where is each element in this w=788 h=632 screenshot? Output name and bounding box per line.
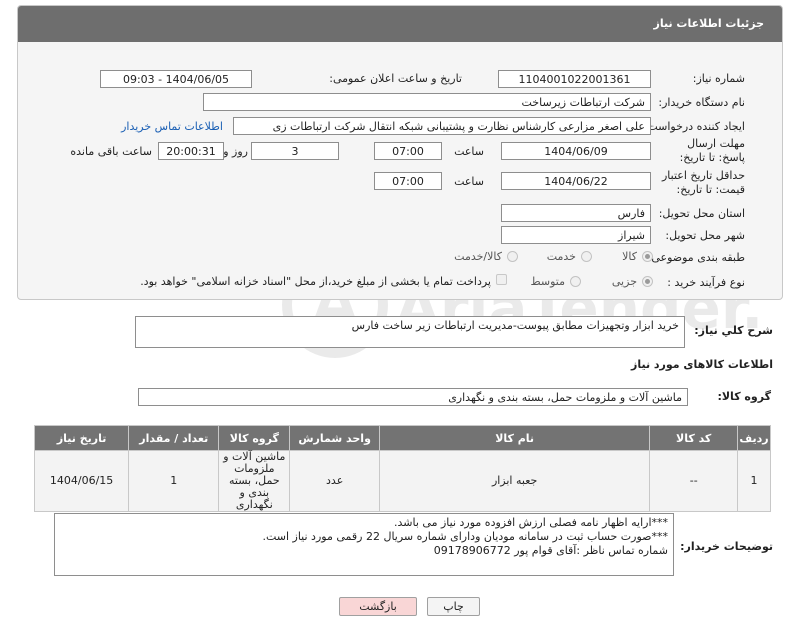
buyer-contact-link[interactable]: اطلاعات تماس خریدار: [121, 120, 223, 133]
buyer-org-value: شرکت ارتباطات زیرساخت: [203, 93, 651, 111]
cell-row-number: 1: [737, 450, 771, 512]
cell-quantity: 1: [128, 450, 220, 512]
goods-group-label: گروه کالا:: [717, 390, 771, 403]
announce-datetime-label: تاریخ و ساعت اعلان عمومی:: [329, 72, 462, 85]
category-radio-goods-service[interactable]: [507, 251, 518, 262]
cell-goods-group: ماشین آلات و ملزومات حمل، بسته بندی و نگ…: [218, 450, 291, 512]
need-details-panel: جزئیات اطلاعات نیاز شماره نیاز: 11040010…: [17, 5, 783, 300]
send-deadline-label: مهلت ارسال پاسخ: تا تاریخ:: [679, 137, 745, 164]
buyer-notes-label: توضیحات خریدار:: [680, 540, 773, 553]
category-option-goods: کالا: [622, 250, 637, 263]
category-option-goods-service: کالا/خدمت: [454, 250, 502, 263]
deadline-date-value: 1404/06/09: [501, 142, 651, 160]
purchase-option-minor: جزیی: [611, 275, 637, 288]
price-validity-label: حداقل تاریخ اعتبار قیمت: تا تاریخ:: [661, 169, 745, 196]
need-number-label: شماره نیاز:: [692, 72, 745, 85]
col-goods-code: کد کالا: [649, 425, 739, 451]
cell-goods-code: --: [649, 450, 739, 512]
notes-line-2: ***صورت حساب ثبت در سامانه مودیان ودارای…: [262, 530, 668, 543]
description-label: شرح كلي نياز:: [694, 324, 773, 337]
col-goods-group: گروه کالا: [218, 425, 291, 451]
col-quantity: تعداد / مقدار: [128, 425, 220, 451]
buyer-org-label: نام دستگاه خریدار:: [658, 96, 745, 109]
cell-need-date: 1404/06/15: [33, 450, 130, 512]
col-goods-name: نام کالا: [378, 425, 651, 451]
treasury-payment-note: پرداخت تمام یا بخشی از مبلغ خرید،از محل …: [140, 275, 491, 288]
requester-value: علی اصغر مزارعی کارشناس نظارت و پشتیبانی…: [233, 117, 651, 135]
hours-remaining-value: 20:00:31: [158, 142, 224, 160]
notes-line-1: ***ارایه اظهار نامه فصلی ارزش افزوده مور…: [394, 516, 668, 529]
goods-group-value: ماشین آلات و ملزومات حمل، بسته بندی و نگ…: [138, 388, 688, 406]
time-remaining-label: ساعت باقی مانده: [70, 145, 152, 158]
cell-unit: عدد: [289, 450, 380, 512]
validity-hour-label: ساعت: [454, 175, 484, 188]
purchase-type-label: نوع فرآیند خرید :: [667, 276, 745, 289]
panel-title: جزئیات اطلاعات نیاز: [18, 6, 782, 42]
category-label: طبقه بندی موضوعی:: [647, 251, 745, 264]
notes-line-3: شماره تماس ناظر :آقای قوام پور 091789067…: [433, 544, 668, 557]
description-textarea[interactable]: خرید ابزار وتجهیزات مطابق پیوست-مدیریت ا…: [135, 316, 685, 348]
table-header-row: ردیف کد کالا نام کالا واحد شمارش گروه کا…: [33, 425, 771, 451]
back-button[interactable]: بازگشت: [339, 597, 417, 616]
delivery-province-label: استان محل تحویل:: [658, 207, 745, 220]
validity-date-value: 1404/06/22: [501, 172, 651, 190]
need-number-value: 1104001022001361: [498, 70, 651, 88]
city-value: شیراز: [501, 226, 651, 244]
goods-table: ردیف کد کالا نام کالا واحد شمارش گروه کا…: [33, 425, 771, 512]
purchase-radio-medium[interactable]: [570, 276, 581, 287]
requester-label: ایجاد کننده درخواست:: [643, 120, 745, 133]
col-row-number: ردیف: [737, 425, 771, 451]
col-unit: واحد شمارش: [289, 425, 380, 451]
category-radio-service[interactable]: [581, 251, 592, 262]
delivery-city-label: شهر محل تحویل:: [665, 229, 745, 242]
category-radio-goods[interactable]: [642, 251, 653, 262]
purchase-radio-minor[interactable]: [642, 276, 653, 287]
deadline-hour-label: ساعت: [454, 145, 484, 158]
deadline-time-value: 07:00: [374, 142, 442, 160]
col-need-date: تاریخ نیاز: [33, 425, 130, 451]
category-option-service: خدمت: [546, 250, 576, 263]
purchase-option-medium: متوسط: [530, 275, 565, 288]
print-button[interactable]: چاپ: [427, 597, 480, 616]
province-value: فارس: [501, 204, 651, 222]
days-and-label: روز و: [223, 145, 248, 158]
goods-info-title: اطلاعات کالاهای مورد نیاز: [631, 358, 773, 371]
announce-datetime-value: 1404/06/05 - 09:03: [100, 70, 252, 88]
days-remaining-value: 3: [251, 142, 339, 160]
treasury-payment-checkbox[interactable]: [496, 274, 507, 285]
cell-goods-name: جعبه ابزار: [378, 450, 651, 512]
table-row: 1 -- جعبه ابزار عدد ماشین آلات و ملزومات…: [33, 450, 771, 512]
buyer-notes-textarea[interactable]: ***ارایه اظهار نامه فصلی ارزش افزوده مور…: [54, 513, 674, 576]
validity-time-value: 07:00: [374, 172, 442, 190]
